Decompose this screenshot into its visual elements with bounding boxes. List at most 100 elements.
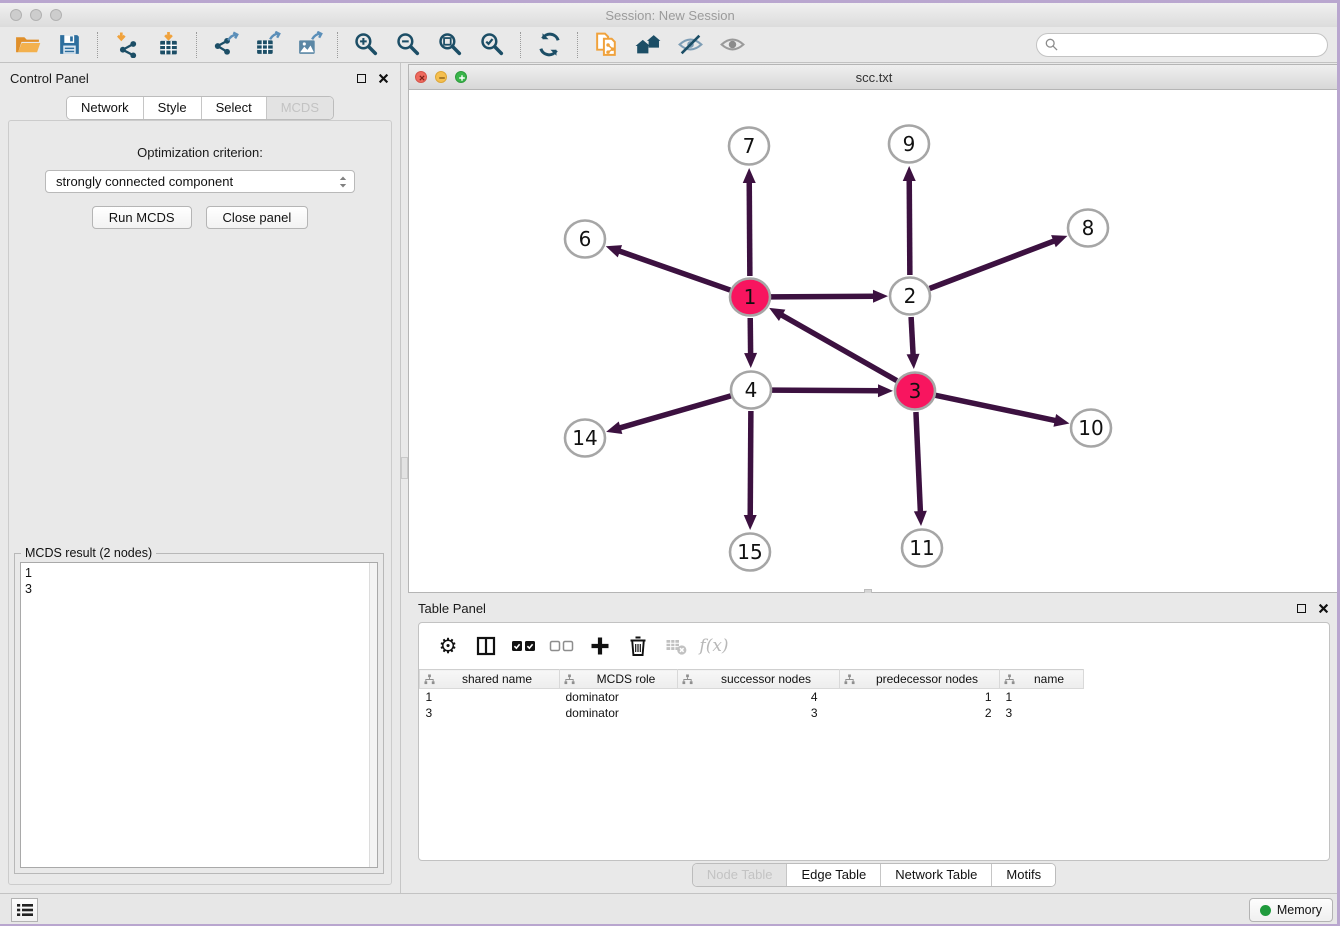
graph-edge-arrowhead <box>606 245 622 257</box>
tab-network-table[interactable]: Network Table <box>880 864 991 886</box>
delete-table-icon[interactable] <box>661 631 691 661</box>
export-table-icon[interactable] <box>250 30 284 60</box>
graph-node-3[interactable]: 3 <box>895 373 935 410</box>
save-icon[interactable] <box>52 30 86 60</box>
deselect-all-checkboxes-icon[interactable] <box>547 631 577 661</box>
graph-node-15[interactable]: 15 <box>730 534 770 571</box>
close-panel-button[interactable] <box>376 71 390 85</box>
float-table-panel-button[interactable] <box>1294 601 1308 615</box>
column-header-successor-nodes[interactable]: successor nodes <box>678 670 840 689</box>
network-window-titlebar[interactable]: scc.txt <box>409 65 1339 90</box>
graph-edge-3-1[interactable] <box>780 314 897 381</box>
graph-edge-4-3[interactable] <box>772 390 881 391</box>
graph-edge-4-15[interactable] <box>750 411 751 518</box>
close-mcds-panel-button[interactable]: Close panel <box>206 206 309 229</box>
import-network-icon[interactable] <box>109 30 143 60</box>
graph-node-9[interactable]: 9 <box>889 126 929 163</box>
function-builder-icon[interactable]: f(x) <box>699 631 729 661</box>
column-header-MCDS-role[interactable]: MCDS role <box>560 670 678 689</box>
cell-successor-nodes[interactable]: 4 <box>678 689 840 705</box>
graph-node-6[interactable]: 6 <box>565 221 605 258</box>
control-panel-tabbar: NetworkStyleSelectMCDS <box>66 96 334 120</box>
graph-edge-arrowhead <box>914 511 927 526</box>
toolbar-separator <box>196 32 197 58</box>
refresh-icon[interactable] <box>532 30 566 60</box>
close-table-panel-button[interactable] <box>1316 601 1330 615</box>
tab-mcds[interactable]: MCDS <box>266 97 333 119</box>
task-history-button[interactable] <box>11 898 38 922</box>
memory-button[interactable]: Memory <box>1249 898 1333 922</box>
graph-node-4[interactable]: 4 <box>731 372 771 409</box>
import-table-icon[interactable] <box>151 30 185 60</box>
zoom-fit-icon[interactable] <box>433 30 467 60</box>
delete-row-icon[interactable] <box>623 631 653 661</box>
cell-MCDS-role[interactable]: dominator <box>560 689 678 705</box>
splitter-grip-vertical[interactable] <box>401 457 408 479</box>
graph-edge-1-6[interactable] <box>617 250 730 290</box>
tab-node-table[interactable]: Node Table <box>693 864 787 886</box>
run-mcds-button[interactable]: Run MCDS <box>92 206 192 229</box>
column-header-shared-name[interactable]: shared name <box>420 670 560 689</box>
zoom-selected-icon[interactable] <box>475 30 509 60</box>
graph-node-label: 4 <box>745 378 758 402</box>
cell-name[interactable]: 3 <box>1000 705 1084 721</box>
cell-predecessor-nodes[interactable]: 1 <box>840 689 1000 705</box>
node-table[interactable]: shared nameMCDS rolesuccessor nodesprede… <box>419 669 1084 721</box>
graph-node-7[interactable]: 7 <box>729 128 769 165</box>
search-input[interactable] <box>1063 38 1319 52</box>
export-network-icon[interactable] <box>208 30 242 60</box>
graph-edge-1-7[interactable] <box>749 180 750 276</box>
show-all-icon[interactable] <box>715 30 749 60</box>
tab-style[interactable]: Style <box>143 97 201 119</box>
graph-node-10[interactable]: 10 <box>1071 410 1111 447</box>
column-header-name[interactable]: name <box>1000 670 1084 689</box>
cell-successor-nodes[interactable]: 3 <box>678 705 840 721</box>
graph-edge-2-8[interactable] <box>930 240 1057 288</box>
add-row-icon[interactable] <box>585 631 615 661</box>
toolbar-separator <box>577 32 578 58</box>
table-settings-icon[interactable]: ⚙ <box>433 631 463 661</box>
graph-node-14[interactable]: 14 <box>565 420 605 457</box>
open-folder-icon[interactable] <box>10 30 44 60</box>
tab-select[interactable]: Select <box>201 97 266 119</box>
tab-motifs[interactable]: Motifs <box>991 864 1055 886</box>
export-image-icon[interactable] <box>292 30 326 60</box>
graph-edge-3-11[interactable] <box>916 412 921 514</box>
optimization-criterion-select[interactable]: strongly connected component <box>45 170 355 193</box>
graph-node-11[interactable]: 11 <box>902 530 942 567</box>
table-panel: Table Panel ⚙f(x) shared nameMCDS rolesu… <box>408 593 1340 893</box>
table-row[interactable]: 1dominator411 <box>420 689 1084 705</box>
float-panel-button[interactable] <box>354 71 368 85</box>
column-visibility-icon[interactable] <box>471 631 501 661</box>
graph-edge-1-2[interactable] <box>771 296 876 297</box>
graph-edge-2-3[interactable] <box>911 317 913 357</box>
select-all-checkboxes-icon[interactable] <box>509 631 539 661</box>
cell-name[interactable]: 1 <box>1000 689 1084 705</box>
graph-node-2[interactable]: 2 <box>890 278 930 315</box>
optimization-criterion-label: Optimization criterion: <box>9 145 391 160</box>
cell-shared-name[interactable]: 3 <box>420 705 560 721</box>
table-row[interactable]: 3dominator323 <box>420 705 1084 721</box>
cell-shared-name[interactable]: 1 <box>420 689 560 705</box>
new-network-from-selection-icon[interactable] <box>589 30 623 60</box>
first-neighbors-icon[interactable] <box>631 30 665 60</box>
zoom-in-icon[interactable] <box>349 30 383 60</box>
tab-network[interactable]: Network <box>67 97 143 119</box>
mcds-result-scrollbar[interactable] <box>369 563 377 867</box>
cell-predecessor-nodes[interactable]: 2 <box>840 705 1000 721</box>
cell-MCDS-role[interactable]: dominator <box>560 705 678 721</box>
graph-edge-4-14[interactable] <box>618 396 731 429</box>
tab-edge-table[interactable]: Edge Table <box>786 864 880 886</box>
node-table-area: ⚙ f(x) shared nameMCDS rolesuccessor node… <box>418 622 1330 861</box>
zoom-out-icon[interactable] <box>391 30 425 60</box>
network-canvas[interactable]: 1 2 3 4 6 7 8 9 10 11 14 15 <box>409 90 1339 592</box>
mcds-result-area[interactable]: 1 3 <box>20 562 378 868</box>
hide-selected-icon[interactable] <box>673 30 707 60</box>
column-header-predecessor-nodes[interactable]: predecessor nodes <box>840 670 1000 689</box>
search-box[interactable] <box>1036 33 1328 57</box>
graph-node-1[interactable]: 1 <box>730 279 770 316</box>
graph-edge-3-10[interactable] <box>936 395 1058 421</box>
graph-node-8[interactable]: 8 <box>1068 210 1108 247</box>
control-panel: Control Panel NetworkStyleSelectMCDS Opt… <box>0 63 401 893</box>
graph-edge-2-9[interactable] <box>909 178 910 275</box>
